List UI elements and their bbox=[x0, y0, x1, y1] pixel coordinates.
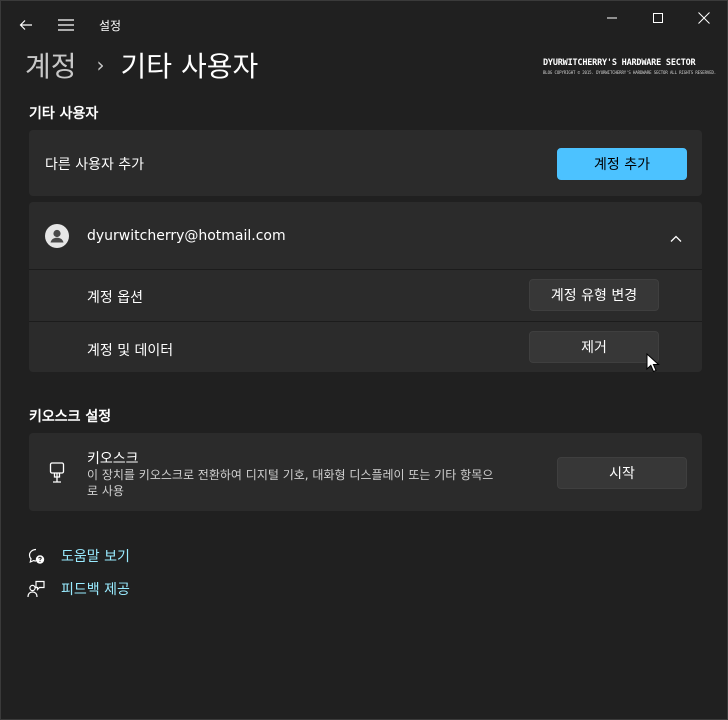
remove-account-button[interactable]: 제거 bbox=[529, 331, 659, 363]
change-account-type-button[interactable]: 계정 유형 변경 bbox=[529, 279, 659, 311]
account-options-label: 계정 옵션 bbox=[87, 290, 143, 306]
kiosk-description-line: 이 장치를 키오스크로 전환하여 디지털 기호, 대화형 디스플레이 또는 기타… bbox=[87, 468, 494, 482]
page-title: 기타 사용자 bbox=[120, 50, 259, 83]
breadcrumb-parent-accounts[interactable]: 계정 bbox=[25, 45, 77, 85]
mouse-cursor-icon bbox=[646, 352, 660, 373]
account-data-label: 계정 및 데이터 bbox=[87, 343, 174, 359]
start-kiosk-button[interactable]: 시작 bbox=[557, 457, 687, 489]
minimize-icon[interactable] bbox=[589, 7, 635, 29]
feedback-link-label[interactable]: 피드백 제공 bbox=[61, 579, 130, 599]
watermark-title: DYURWITCHERRY'S HARDWARE SECTOR bbox=[543, 58, 696, 68]
user-account-expander[interactable]: dyurwitcherry@hotmail.com bbox=[29, 202, 702, 269]
account-data-row: 계정 및 데이터 제거 bbox=[29, 322, 702, 372]
add-user-card: 다른 사용자 추가 계정 추가 bbox=[29, 130, 702, 196]
help-link-label[interactable]: 도움말 보기 bbox=[61, 546, 130, 566]
breadcrumb-separator: › bbox=[96, 53, 105, 77]
add-account-button[interactable]: 계정 추가 bbox=[557, 148, 687, 180]
back-arrow-icon[interactable] bbox=[14, 13, 38, 37]
user-avatar-icon bbox=[45, 224, 69, 248]
help-chat-icon bbox=[27, 547, 45, 565]
user-email: dyurwitcherry@hotmail.com bbox=[87, 228, 286, 244]
chevron-up-icon[interactable] bbox=[669, 229, 685, 243]
hamburger-menu-icon[interactable] bbox=[54, 13, 78, 37]
close-icon[interactable] bbox=[681, 7, 727, 29]
window-title: 설정 bbox=[99, 19, 122, 33]
title-bar: 설정 bbox=[1, 1, 727, 49]
section-title-other-users: 기타 사용자 bbox=[29, 106, 99, 122]
account-options-row: 계정 옵션 계정 유형 변경 bbox=[29, 270, 702, 321]
kiosk-description-line: 로 사용 bbox=[87, 484, 124, 498]
feedback-icon bbox=[27, 580, 45, 598]
settings-window: 설정 계정 › 기타 사용자 DYURWITCHERRY'S HARDWARE … bbox=[0, 0, 728, 720]
breadcrumb: 계정 › 기타 사용자 bbox=[25, 45, 258, 85]
watermark: DYURWITCHERRY'S HARDWARE SECTOR BLOG COP… bbox=[543, 58, 717, 75]
add-user-label: 다른 사용자 추가 bbox=[45, 157, 145, 173]
help-link[interactable]: 도움말 보기 bbox=[27, 544, 130, 568]
kiosk-card: 키오스크 이 장치를 키오스크로 전환하여 디지털 기호, 대화형 디스플레이 … bbox=[29, 433, 702, 511]
kiosk-title: 키오스크 bbox=[87, 451, 139, 467]
feedback-link[interactable]: 피드백 제공 bbox=[27, 577, 130, 601]
kiosk-icon bbox=[47, 462, 67, 484]
section-title-kiosk: 키오스크 설정 bbox=[29, 409, 112, 425]
maximize-icon[interactable] bbox=[635, 7, 681, 29]
kiosk-description: 이 장치를 키오스크로 전환하여 디지털 기호, 대화형 디스플레이 또는 기타… bbox=[87, 467, 493, 499]
watermark-subtitle: BLOG COPYRIGHT © 2015. DYURWITCHERRY'S H… bbox=[543, 70, 717, 75]
